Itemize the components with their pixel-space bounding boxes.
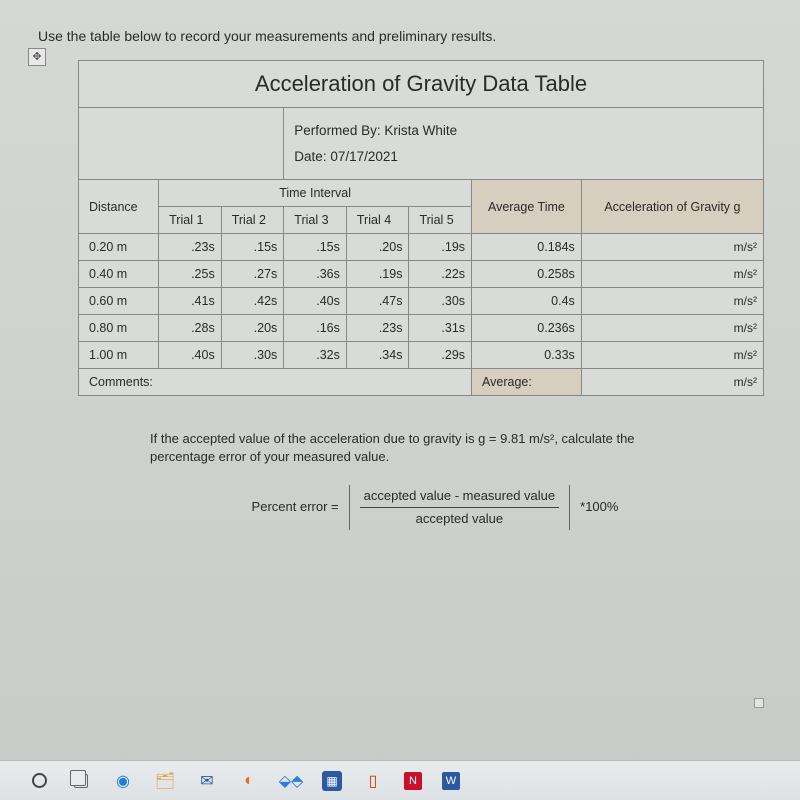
cell-distance: 0.40 m <box>79 261 159 288</box>
pe-fraction: accepted value - measured value accepted… <box>349 485 571 530</box>
cell-t2: .30s <box>221 342 284 369</box>
mail-icon[interactable]: ✉ <box>196 770 218 792</box>
cell-t2: .15s <box>221 234 284 261</box>
question-line2: percentage error of your measured value. <box>150 449 389 464</box>
cell-t1: .40s <box>159 342 222 369</box>
edge-icon[interactable]: ◉ <box>112 770 134 792</box>
question-text: If the accepted value of the acceleratio… <box>150 430 720 530</box>
date-value: 07/17/2021 <box>330 149 398 164</box>
average-unit: m/s² <box>581 369 763 396</box>
table-row: 0.80 m .28s .20s .16s .23s .31s 0.236s m… <box>79 315 764 342</box>
dropbox-icon[interactable]: ⬙⬘ <box>280 770 302 792</box>
cell-t1: .28s <box>159 315 222 342</box>
table-row: 0.60 m .41s .42s .40s .47s .30s 0.4s m/s… <box>79 288 764 315</box>
file-explorer-icon[interactable]: 🗂 <box>154 770 176 792</box>
cell-avg: 0.236s <box>472 315 582 342</box>
table-meta: Performed By: Krista White Date: 07/17/2… <box>284 108 764 180</box>
cell-t4: .34s <box>346 342 409 369</box>
cell-distance: 0.80 m <box>79 315 159 342</box>
app-red-icon[interactable]: N <box>404 772 422 790</box>
cell-t3: .40s <box>284 288 347 315</box>
firefox-icon[interactable]: ◐ <box>238 770 260 792</box>
cell-t3: .36s <box>284 261 347 288</box>
cell-t4: .23s <box>346 315 409 342</box>
col-time-interval: Time Interval <box>159 180 472 207</box>
cell-t5: .22s <box>409 261 472 288</box>
app-blue-icon[interactable]: ▦ <box>322 771 342 791</box>
document-page: Use the table below to record your measu… <box>0 0 800 800</box>
cell-accel: m/s² <box>581 261 763 288</box>
cell-t2: .27s <box>221 261 284 288</box>
question-line1: If the accepted value of the acceleratio… <box>150 431 635 446</box>
col-distance: Distance <box>79 180 159 234</box>
performed-by-value: Krista White <box>384 123 457 138</box>
cell-avg: 0.33s <box>472 342 582 369</box>
cell-t5: .31s <box>409 315 472 342</box>
percent-error-formula: Percent error = accepted value - measure… <box>150 485 720 530</box>
cell-t3: .16s <box>284 315 347 342</box>
cell-distance: 0.60 m <box>79 288 159 315</box>
col-trial2: Trial 2 <box>221 207 284 234</box>
instruction-text: Use the table below to record your measu… <box>0 28 800 48</box>
col-trial5: Trial 5 <box>409 207 472 234</box>
cell-t5: .29s <box>409 342 472 369</box>
windows-taskbar[interactable]: ◉ 🗂 ✉ ◐ ⬙⬘ ▦ ▯ N W <box>0 760 800 800</box>
cell-t3: .15s <box>284 234 347 261</box>
comments-label: Comments: <box>79 369 472 396</box>
cell-accel: m/s² <box>581 342 763 369</box>
cell-t2: .20s <box>221 315 284 342</box>
comments-row: Comments: Average: m/s² <box>79 369 764 396</box>
average-label: Average: <box>472 369 582 396</box>
table-meta-blank <box>79 108 284 180</box>
col-trial3: Trial 3 <box>284 207 347 234</box>
pe-label: Percent error = <box>252 498 339 516</box>
word-icon[interactable]: W <box>442 772 460 790</box>
col-accel: Acceleration of Gravity g <box>581 180 763 234</box>
table-row: 0.40 m .25s .27s .36s .19s .22s 0.258s m… <box>79 261 764 288</box>
cell-accel: m/s² <box>581 288 763 315</box>
cell-t4: .20s <box>346 234 409 261</box>
cell-distance: 1.00 m <box>79 342 159 369</box>
cell-avg: 0.4s <box>472 288 582 315</box>
date-label: Date: <box>294 149 326 164</box>
data-table-container: Acceleration of Gravity Data Table Perfo… <box>78 60 764 396</box>
cell-accel: m/s² <box>581 315 763 342</box>
cell-t4: .19s <box>346 261 409 288</box>
cell-t3: .32s <box>284 342 347 369</box>
table-resize-handle-icon[interactable] <box>754 698 764 708</box>
pe-times: *100% <box>580 498 618 516</box>
cell-accel: m/s² <box>581 234 763 261</box>
cell-t2: .42s <box>221 288 284 315</box>
col-trial1: Trial 1 <box>159 207 222 234</box>
start-circle-icon[interactable] <box>28 770 50 792</box>
cell-avg: 0.258s <box>472 261 582 288</box>
cell-distance: 0.20 m <box>79 234 159 261</box>
cell-t5: .19s <box>409 234 472 261</box>
table-row: 0.20 m .23s .15s .15s .20s .19s 0.184s m… <box>79 234 764 261</box>
cell-t1: .41s <box>159 288 222 315</box>
col-trial4: Trial 4 <box>346 207 409 234</box>
table-title: Acceleration of Gravity Data Table <box>79 61 764 108</box>
office-icon[interactable]: ▯ <box>362 770 384 792</box>
table-move-handle-icon[interactable]: ✥ <box>28 48 46 66</box>
performed-by-label: Performed By: <box>294 123 380 138</box>
pe-numerator: accepted value - measured value <box>360 485 560 508</box>
cell-t5: .30s <box>409 288 472 315</box>
table-row: 1.00 m .40s .30s .32s .34s .29s 0.33s m/… <box>79 342 764 369</box>
cell-t1: .23s <box>159 234 222 261</box>
col-avg-time: Average Time <box>472 180 582 234</box>
task-view-icon[interactable] <box>70 770 92 792</box>
cell-avg: 0.184s <box>472 234 582 261</box>
cell-t4: .47s <box>346 288 409 315</box>
gravity-data-table: Acceleration of Gravity Data Table Perfo… <box>78 60 764 396</box>
cell-t1: .25s <box>159 261 222 288</box>
pe-denominator: accepted value <box>412 508 507 530</box>
